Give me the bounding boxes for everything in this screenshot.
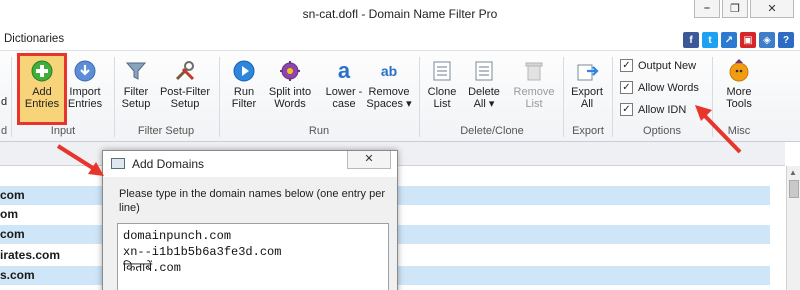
remove-spaces-label: Remove Spaces ▾ bbox=[366, 86, 412, 110]
separator bbox=[114, 57, 115, 137]
filter-setup-button[interactable]: Filter Setup bbox=[118, 59, 154, 110]
add-domains-dialog: Add Domains ✕ Please type in the domain … bbox=[102, 150, 398, 290]
dialog-close-button[interactable]: ✕ bbox=[347, 151, 391, 169]
play-icon bbox=[232, 59, 256, 83]
filter-icon bbox=[124, 59, 148, 83]
tools-icon bbox=[173, 59, 197, 83]
domain-entry: xn--i1b1b5b6a3fe3d.com bbox=[123, 245, 282, 259]
separator bbox=[563, 57, 564, 137]
clone-list-button[interactable]: Clone List bbox=[425, 59, 459, 110]
delete-all-button[interactable]: Delete All ▾ bbox=[466, 59, 502, 110]
remove-list-button[interactable]: Remove List bbox=[512, 59, 556, 110]
menu-row: Dictionaries f t ↗ ▣ ◈ ? bbox=[0, 30, 800, 50]
allow-words-checkbox[interactable]: ✓ bbox=[620, 81, 633, 94]
output-new-checkbox[interactable]: ✓ bbox=[620, 59, 633, 72]
export-all-button[interactable]: Export All bbox=[568, 59, 606, 110]
more-tools-button[interactable]: More Tools bbox=[720, 59, 758, 110]
window-icon bbox=[111, 158, 125, 169]
filter-setup-label: Filter Setup bbox=[121, 86, 151, 110]
more-tools-label: More Tools bbox=[726, 86, 752, 110]
import-entries-button[interactable]: Import Entries bbox=[66, 59, 104, 110]
menu-dictionaries[interactable]: Dictionaries bbox=[4, 33, 64, 45]
remove-spaces-button[interactable]: ab Remove Spaces ▾ bbox=[366, 59, 412, 110]
separator bbox=[11, 57, 12, 137]
facebook-icon[interactable]: f bbox=[683, 32, 699, 48]
group-label-options: Options bbox=[643, 125, 681, 137]
dialog-title-bar: Add Domains ✕ bbox=[103, 151, 397, 177]
social-bar: f t ↗ ▣ ◈ ? bbox=[683, 32, 794, 48]
domain-entries-textarea[interactable]: domainpunch.com xn--i1b1b5b6a3fe3d.com क… bbox=[117, 223, 389, 290]
split-into-words-button[interactable]: Split into Words bbox=[265, 59, 315, 110]
dialog-title: Add Domains bbox=[132, 157, 205, 171]
post-filter-setup-label: Post-Filter Setup bbox=[159, 86, 211, 110]
window-title: sn-cat.dofl - Domain Name Filter Pro bbox=[302, 7, 498, 21]
allow-words-label: Allow Words bbox=[638, 81, 699, 94]
ribbon: d d Add Entries Import Entries Input Fil… bbox=[0, 50, 800, 142]
separator bbox=[712, 57, 713, 137]
scroll-thumb[interactable] bbox=[789, 180, 799, 198]
vertical-scrollbar[interactable]: ▲ bbox=[786, 166, 800, 290]
list-icon bbox=[430, 59, 454, 83]
box-icon[interactable]: ▣ bbox=[740, 32, 756, 48]
add-plus-icon bbox=[30, 59, 54, 83]
window-controls: ⎯ ❐ ✕ bbox=[694, 0, 794, 18]
import-entries-label: Import Entries bbox=[67, 86, 103, 110]
group-label-run: Run bbox=[308, 125, 330, 137]
wizard-icon bbox=[727, 59, 751, 83]
cube-icon[interactable]: ◈ bbox=[759, 32, 775, 48]
option-allow-idn[interactable]: ✓ Allow IDN bbox=[620, 103, 686, 116]
option-output-new[interactable]: ✓ Output New bbox=[620, 59, 696, 72]
group-label-filter-setup: Filter Setup bbox=[137, 125, 195, 137]
dialog-prompt: Please type in the domain names below (o… bbox=[119, 188, 385, 214]
delete-all-label: Delete All ▾ bbox=[468, 86, 500, 110]
separator bbox=[612, 57, 613, 137]
help-icon[interactable]: ? bbox=[778, 32, 794, 48]
post-filter-setup-button[interactable]: Post-Filter Setup bbox=[157, 59, 213, 110]
restore-button[interactable]: ❐ bbox=[722, 0, 748, 18]
allow-idn-checkbox[interactable]: ✓ bbox=[620, 103, 633, 116]
lowercase-label: Lower -case bbox=[325, 86, 363, 110]
scroll-up-icon[interactable]: ▲ bbox=[789, 168, 797, 177]
title-bar: sn-cat.dofl - Domain Name Filter Pro ⎯ ❐… bbox=[0, 0, 800, 30]
split-into-words-label: Split into Words bbox=[268, 86, 312, 110]
domain-entry: domainpunch.com bbox=[123, 229, 232, 243]
group-label-delete-clone: Delete/Clone bbox=[460, 125, 524, 137]
group-label-export: Export bbox=[572, 125, 604, 137]
twitter-icon[interactable]: t bbox=[702, 32, 718, 48]
share-icon[interactable]: ↗ bbox=[721, 32, 737, 48]
split-gear-icon bbox=[278, 59, 302, 83]
lowercase-a-icon: a bbox=[337, 58, 351, 83]
output-new-label: Output New bbox=[638, 59, 697, 72]
minimize-button[interactable]: ⎯ bbox=[694, 0, 720, 18]
domain-entry: किताबें.com bbox=[123, 261, 181, 275]
clipped-tool-label: d bbox=[0, 96, 8, 108]
clone-list-label: Clone List bbox=[427, 86, 457, 110]
download-icon bbox=[73, 59, 97, 83]
add-entries-label: Add Entries bbox=[24, 86, 60, 110]
run-filter-label: Run Filter bbox=[231, 86, 257, 110]
lowercase-button[interactable]: a Lower -case bbox=[324, 58, 364, 110]
delete-list-icon bbox=[472, 59, 496, 83]
group-label-misc: Misc bbox=[727, 125, 751, 137]
export-all-label: Export All bbox=[571, 86, 603, 110]
allow-idn-label: Allow IDN bbox=[638, 103, 687, 116]
separator bbox=[219, 57, 220, 137]
close-button[interactable]: ✕ bbox=[750, 0, 794, 18]
group-label-clipped: d bbox=[0, 125, 8, 137]
clipped-tool[interactable]: d bbox=[0, 96, 8, 108]
run-filter-button[interactable]: Run Filter bbox=[226, 59, 262, 110]
group-label-input: Input bbox=[50, 125, 76, 137]
ab-spaces-icon: ab bbox=[380, 63, 398, 79]
option-allow-words[interactable]: ✓ Allow Words bbox=[620, 81, 699, 94]
trash-icon bbox=[522, 59, 546, 83]
export-icon bbox=[575, 59, 599, 83]
separator bbox=[419, 57, 420, 137]
add-entries-button[interactable]: Add Entries bbox=[19, 59, 65, 110]
remove-list-label: Remove List bbox=[513, 86, 555, 110]
